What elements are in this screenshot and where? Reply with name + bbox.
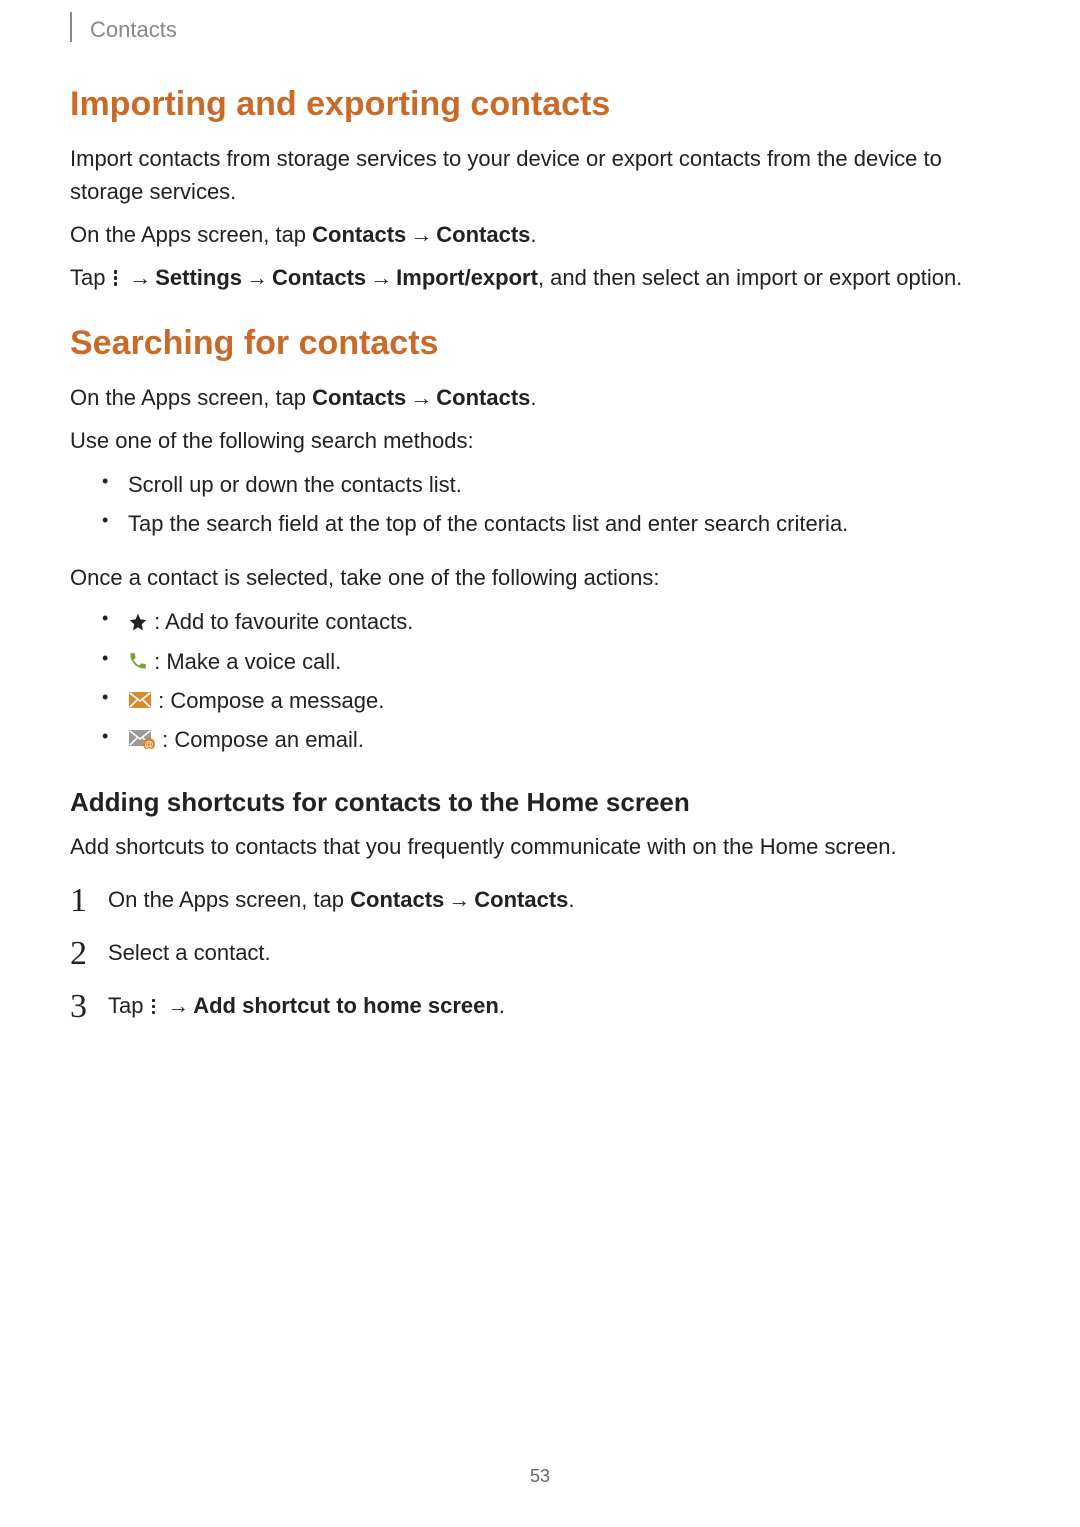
heading-searching: Searching for contacts	[70, 324, 1010, 363]
shortcuts-intro: Add shortcuts to contacts that you frequ…	[70, 830, 1010, 863]
list-item: : Add to favourite contacts.	[110, 604, 1010, 639]
header-divider	[70, 12, 72, 42]
actions-list: : Add to favourite contacts. : Make a vo…	[70, 604, 1010, 757]
list-item: : Compose a message.	[110, 683, 1010, 718]
page-header: Contacts	[70, 15, 1010, 45]
nav-instruction-3: On the Apps screen, tap Contacts→Contact…	[70, 381, 1010, 414]
search-methods-intro: Use one of the following search methods:	[70, 424, 1010, 457]
heading-shortcuts: Adding shortcuts for contacts to the Hom…	[70, 787, 1010, 818]
message-icon	[128, 690, 152, 710]
step-3: Tap →Add shortcut to home screen.	[70, 989, 1010, 1022]
heading-importing-exporting: Importing and exporting contacts	[70, 85, 1010, 124]
more-options-icon	[150, 999, 158, 1015]
star-icon	[128, 612, 148, 632]
search-methods-list: Scroll up or down the contacts list. Tap…	[70, 467, 1010, 541]
section-name: Contacts	[90, 17, 177, 43]
more-options-icon	[112, 270, 120, 286]
list-item: @ : Compose an email.	[110, 722, 1010, 757]
nav-instruction-1: On the Apps screen, tap Contacts→Contact…	[70, 218, 1010, 251]
list-item: Scroll up or down the contacts list.	[110, 467, 1010, 502]
step-2: Select a contact.	[70, 936, 1010, 969]
svg-text:@: @	[144, 740, 153, 750]
page-number: 53	[0, 1466, 1080, 1487]
actions-intro: Once a contact is selected, take one of …	[70, 561, 1010, 594]
document-page: Contacts Importing and exporting contact…	[0, 0, 1080, 1082]
step-1: On the Apps screen, tap Contacts→Contact…	[70, 883, 1010, 916]
nav-instruction-2: Tap →Settings→Contacts→Import/export, an…	[70, 261, 1010, 294]
shortcut-steps: On the Apps screen, tap Contacts→Contact…	[70, 883, 1010, 1022]
phone-icon	[128, 651, 148, 671]
list-item: : Make a voice call.	[110, 644, 1010, 679]
list-item: Tap the search field at the top of the c…	[110, 506, 1010, 541]
intro-paragraph: Import contacts from storage services to…	[70, 142, 1010, 208]
email-icon: @	[128, 729, 156, 749]
